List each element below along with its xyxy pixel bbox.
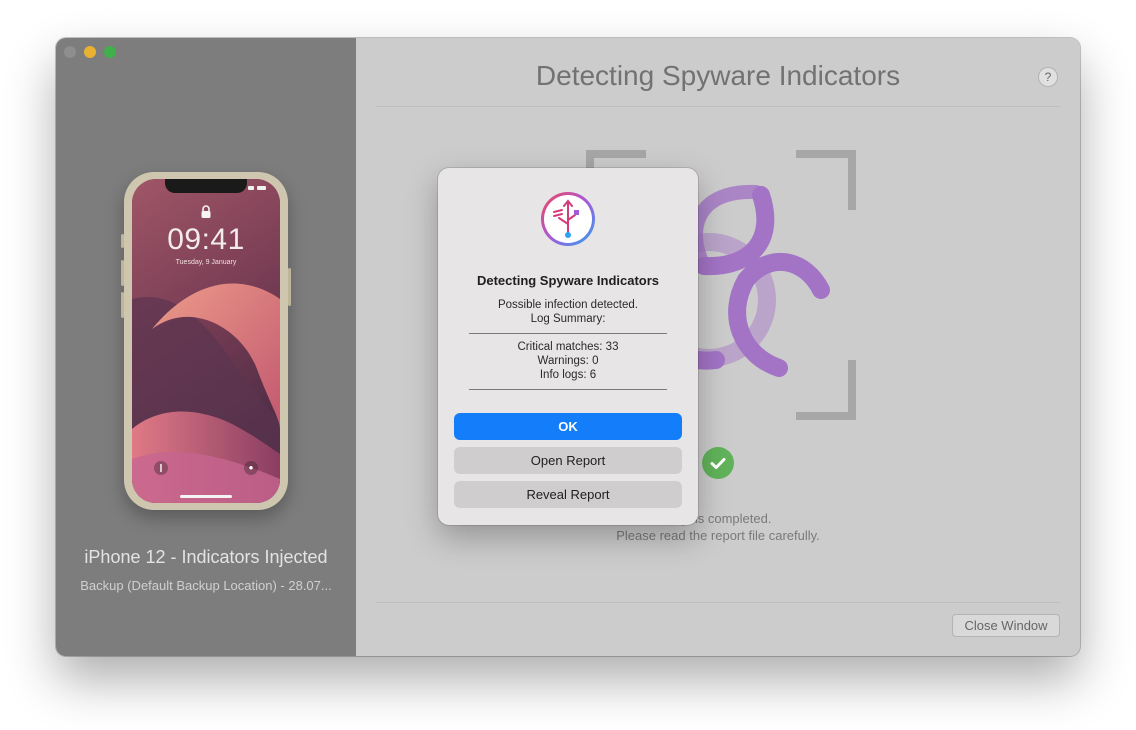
success-check-icon	[702, 447, 734, 479]
footer-divider	[376, 602, 1060, 603]
alert-log-summary-label: Log Summary:	[530, 313, 606, 325]
ok-button[interactable]: OK	[454, 413, 682, 440]
camera-icon: ●	[244, 461, 258, 475]
window-maximize-button[interactable]	[104, 46, 116, 58]
lock-screen-time: 09:41	[167, 223, 245, 256]
wifi-icon	[248, 186, 254, 190]
phone-volume-down	[121, 292, 124, 318]
phone-notch	[165, 179, 247, 193]
alert-title: Detecting Spyware Indicators	[476, 273, 660, 288]
window-minimize-button[interactable]	[84, 46, 96, 58]
home-indicator	[180, 495, 232, 498]
flashlight-icon: ❙	[154, 461, 168, 475]
help-button[interactable]: ?	[1038, 67, 1058, 87]
phone-status-icons	[248, 186, 266, 190]
alert-message: Possible infection detected.	[497, 299, 638, 311]
window-close-button[interactable]	[64, 46, 76, 58]
info-logs-count: Info logs: 6	[539, 369, 597, 381]
alert-dialog: Detecting Spyware Indicators Possible in…	[438, 168, 698, 525]
phone-lock-screen: 09:41 Tuesday, 9 January ❙ ●	[132, 179, 280, 503]
lock-icon	[201, 205, 211, 218]
page-title: Detecting Spyware Indicators	[535, 60, 901, 91]
phone-mute-switch	[121, 234, 124, 248]
lock-screen-date: Tuesday, 9 January	[175, 259, 237, 266]
warnings-count: Warnings: 0	[537, 355, 599, 367]
close-window-button[interactable]: Close Window	[952, 614, 1060, 637]
open-report-button[interactable]: Open Report	[454, 447, 682, 474]
device-name: iPhone 12 - Indicators Injected	[84, 547, 328, 567]
imazing-app-icon	[541, 192, 595, 246]
critical-matches-count: Critical matches: 33	[517, 341, 619, 353]
header-divider	[376, 106, 1060, 107]
reveal-report-button[interactable]: Reveal Report	[454, 481, 682, 508]
analysis-instruction-text: Please read the report file carefully.	[616, 528, 820, 543]
phone-volume-up	[121, 260, 124, 286]
alert-separator-bottom	[469, 389, 667, 390]
battery-icon	[257, 186, 266, 190]
device-backup-location: Backup (Default Backup Location) - 28.07…	[80, 578, 332, 593]
device-sidebar: 09:41 Tuesday, 9 January ❙ ● iPhone 12 -…	[56, 38, 356, 656]
iphone-illustration: 09:41 Tuesday, 9 January ❙ ●	[121, 172, 291, 510]
alert-separator-top	[469, 333, 667, 334]
phone-side-button	[288, 268, 291, 306]
